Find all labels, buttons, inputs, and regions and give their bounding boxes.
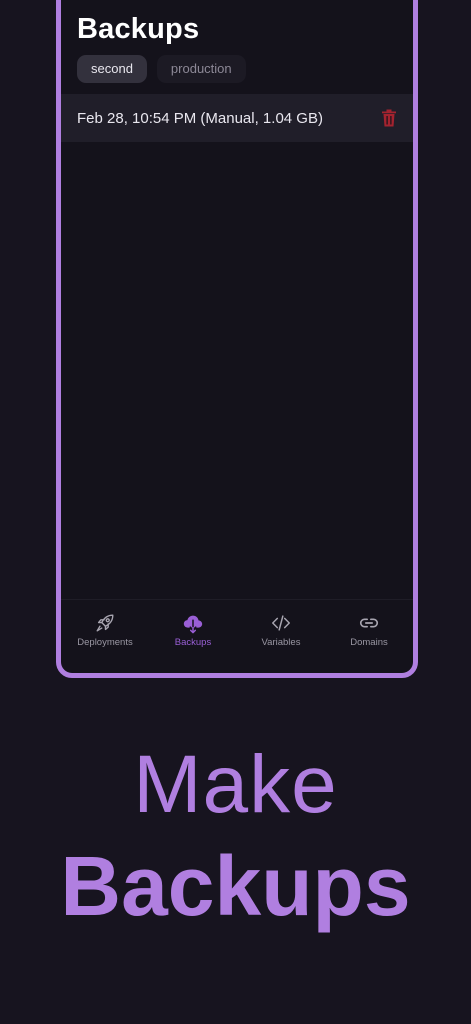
tab-production[interactable]: production [156,55,246,83]
tab-variables[interactable]: Variables [238,600,324,670]
promo-headline-line2: Backups [60,839,411,933]
trash-icon[interactable] [381,109,397,127]
tab-label: Backups [174,637,212,648]
bottom-tab-bar: Deployments Backups Variables Domains [61,599,413,670]
tab-label: Variables [261,637,301,648]
code-icon [272,615,290,631]
tab-label: Deployments [77,637,133,648]
environment-tabs: second production [77,55,246,83]
backup-list-item[interactable]: Feb 28, 10:54 PM (Manual, 1.04 GB) [61,94,413,142]
cloud-download-icon [183,615,203,634]
tab-deployments[interactable]: Deployments [62,600,148,670]
tab-second[interactable]: second [77,55,147,83]
page-title: Backups [77,13,200,45]
promo-headline-line1: Make [133,739,338,830]
phone-frame: Backups second production Feb 28, 10:54 … [56,0,418,678]
tab-backups[interactable]: Backups [150,600,236,670]
rocket-icon [96,614,114,632]
tab-domains[interactable]: Domains [326,600,412,670]
link-icon [359,618,379,628]
tab-label: Domains [350,637,388,648]
backup-label: Feb 28, 10:54 PM (Manual, 1.04 GB) [77,109,323,127]
